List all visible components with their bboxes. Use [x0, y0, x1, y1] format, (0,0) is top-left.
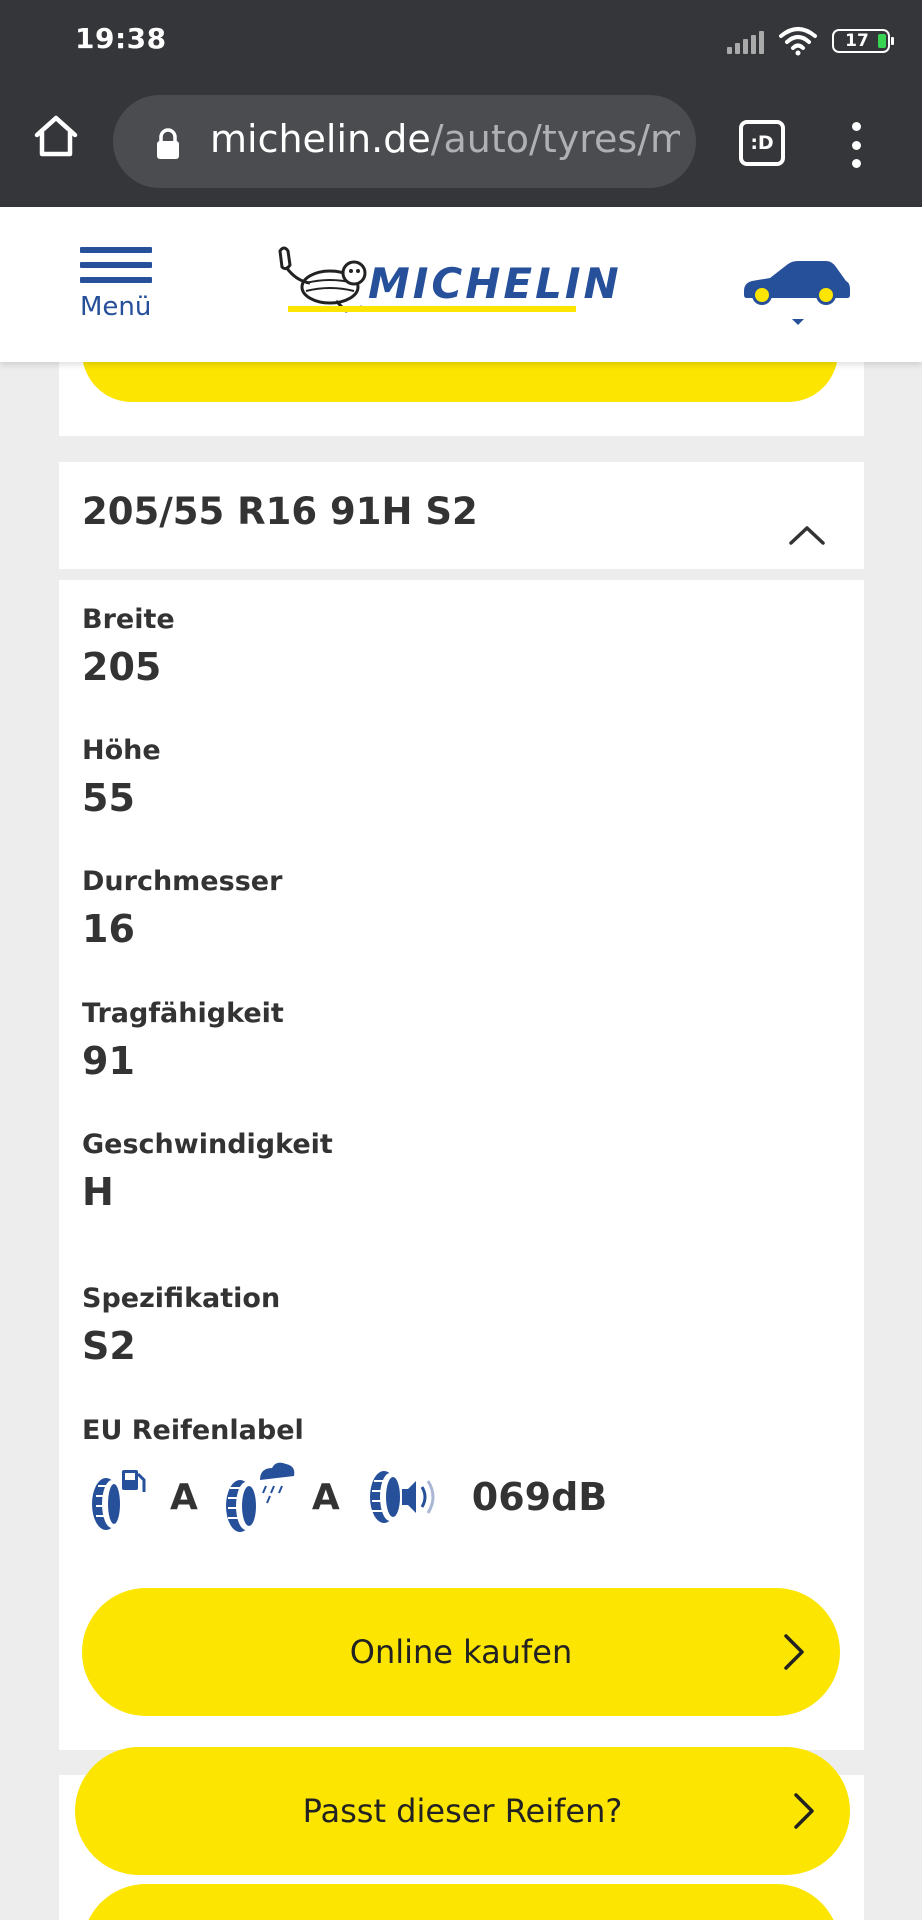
- status-bar: 19:38 17: [0, 0, 922, 82]
- eu-wet-grade: A: [311, 1476, 340, 1518]
- chevron-right-icon: [794, 1793, 814, 1829]
- spec-tragfaehigkeit: Tragfähigkeit 91: [82, 998, 284, 1083]
- spec-durchmesser: Durchmesser 16: [82, 866, 282, 951]
- more-dot-icon: [851, 140, 861, 150]
- eu-label-row: A A 069dB: [82, 1460, 607, 1534]
- spec-accordion-header[interactable]: 205/55 R16 91H S2: [59, 462, 864, 569]
- spec-value: 91: [82, 1039, 135, 1083]
- spec-value: S2: [82, 1324, 136, 1368]
- signal-icon: [727, 28, 764, 54]
- spec-value: 55: [82, 776, 135, 820]
- eu-label-title: EU Reifenlabel: [82, 1415, 304, 1446]
- url-text: michelin.de/auto/tyres/mic: [210, 117, 680, 161]
- vehicle-selector[interactable]: [740, 255, 850, 325]
- status-time: 19:38: [75, 22, 167, 55]
- tabs-button[interactable]: :D: [739, 120, 785, 166]
- spec-geschwindigkeit: Geschwindigkeit H: [82, 1129, 333, 1214]
- spec-label: Höhe: [82, 735, 161, 766]
- home-button[interactable]: [30, 110, 82, 162]
- spec-label: Tragfähigkeit: [82, 998, 284, 1029]
- more-dot-icon: [851, 122, 861, 131]
- status-icons: 17: [727, 24, 894, 58]
- tire-size-title: 205/55 R16 91H S2: [82, 490, 478, 533]
- spec-label: Spezifikation: [82, 1283, 281, 1314]
- lock-icon: [157, 128, 179, 159]
- site-header: Menü MICHELIN: [0, 207, 922, 362]
- menu-button[interactable]: Menü: [80, 247, 155, 322]
- bibendum-icon: [278, 246, 367, 313]
- noise-icon: [369, 1471, 435, 1523]
- chevron-right-icon: [784, 1634, 804, 1670]
- hamburger-icon-bar: [80, 277, 152, 283]
- michelin-logo[interactable]: MICHELIN: [272, 243, 632, 323]
- browser-toolbar: michelin.de/auto/tyres/mic :D: [0, 82, 922, 207]
- spec-hoehe: Höhe 55: [82, 735, 161, 820]
- wifi-icon: [779, 27, 817, 56]
- battery-level: 17: [845, 31, 869, 51]
- more-dot-icon: [851, 159, 861, 168]
- car-icon: [744, 261, 850, 325]
- spec-label: Durchmesser: [82, 866, 283, 897]
- url-path: /auto/tyres/mic: [430, 117, 680, 161]
- fuel-efficiency-icon: [92, 1470, 146, 1530]
- hamburger-icon-bar: [80, 262, 152, 268]
- hamburger-icon: [80, 247, 152, 253]
- spec-spezifikation: Spezifikation S2: [82, 1283, 280, 1368]
- logo-underline: [288, 306, 576, 312]
- spec-label: Geschwindigkeit: [82, 1129, 333, 1160]
- wet-grip-icon: [225, 1462, 295, 1532]
- spec-details-panel: Breite 205 Höhe 55 Durchmesser 16 Tragfä…: [59, 580, 864, 1750]
- spec-value: 205: [82, 645, 162, 689]
- menu-label: Menü: [80, 292, 152, 322]
- tire-fit-button[interactable]: Passt dieser Reifen?: [75, 1747, 850, 1875]
- buy-online-label: Online kaufen: [349, 1633, 573, 1671]
- battery-icon: 17: [832, 29, 894, 53]
- url-domain: michelin.de: [210, 117, 431, 161]
- eu-noise-value: 069dB: [471, 1475, 608, 1519]
- logo-wordmark: MICHELIN: [368, 259, 622, 308]
- next-yellow-button[interactable]: [82, 1884, 840, 1920]
- spec-value: 16: [82, 907, 135, 951]
- url-bar[interactable]: michelin.de/auto/tyres/mic: [113, 95, 696, 188]
- eu-fuel-grade: A: [170, 1476, 198, 1518]
- spec-label: Breite: [82, 604, 175, 635]
- tire-fit-label: Passt dieser Reifen?: [302, 1792, 623, 1830]
- eu-label-section: EU Reifenlabel: [82, 1415, 304, 1446]
- spec-breite: Breite 205: [82, 604, 175, 689]
- chevron-up-icon: [789, 526, 825, 545]
- buy-online-button[interactable]: Online kaufen: [82, 1588, 840, 1716]
- spec-value: H: [82, 1170, 114, 1214]
- browser-menu-button[interactable]: [846, 122, 866, 168]
- home-icon: [34, 115, 78, 157]
